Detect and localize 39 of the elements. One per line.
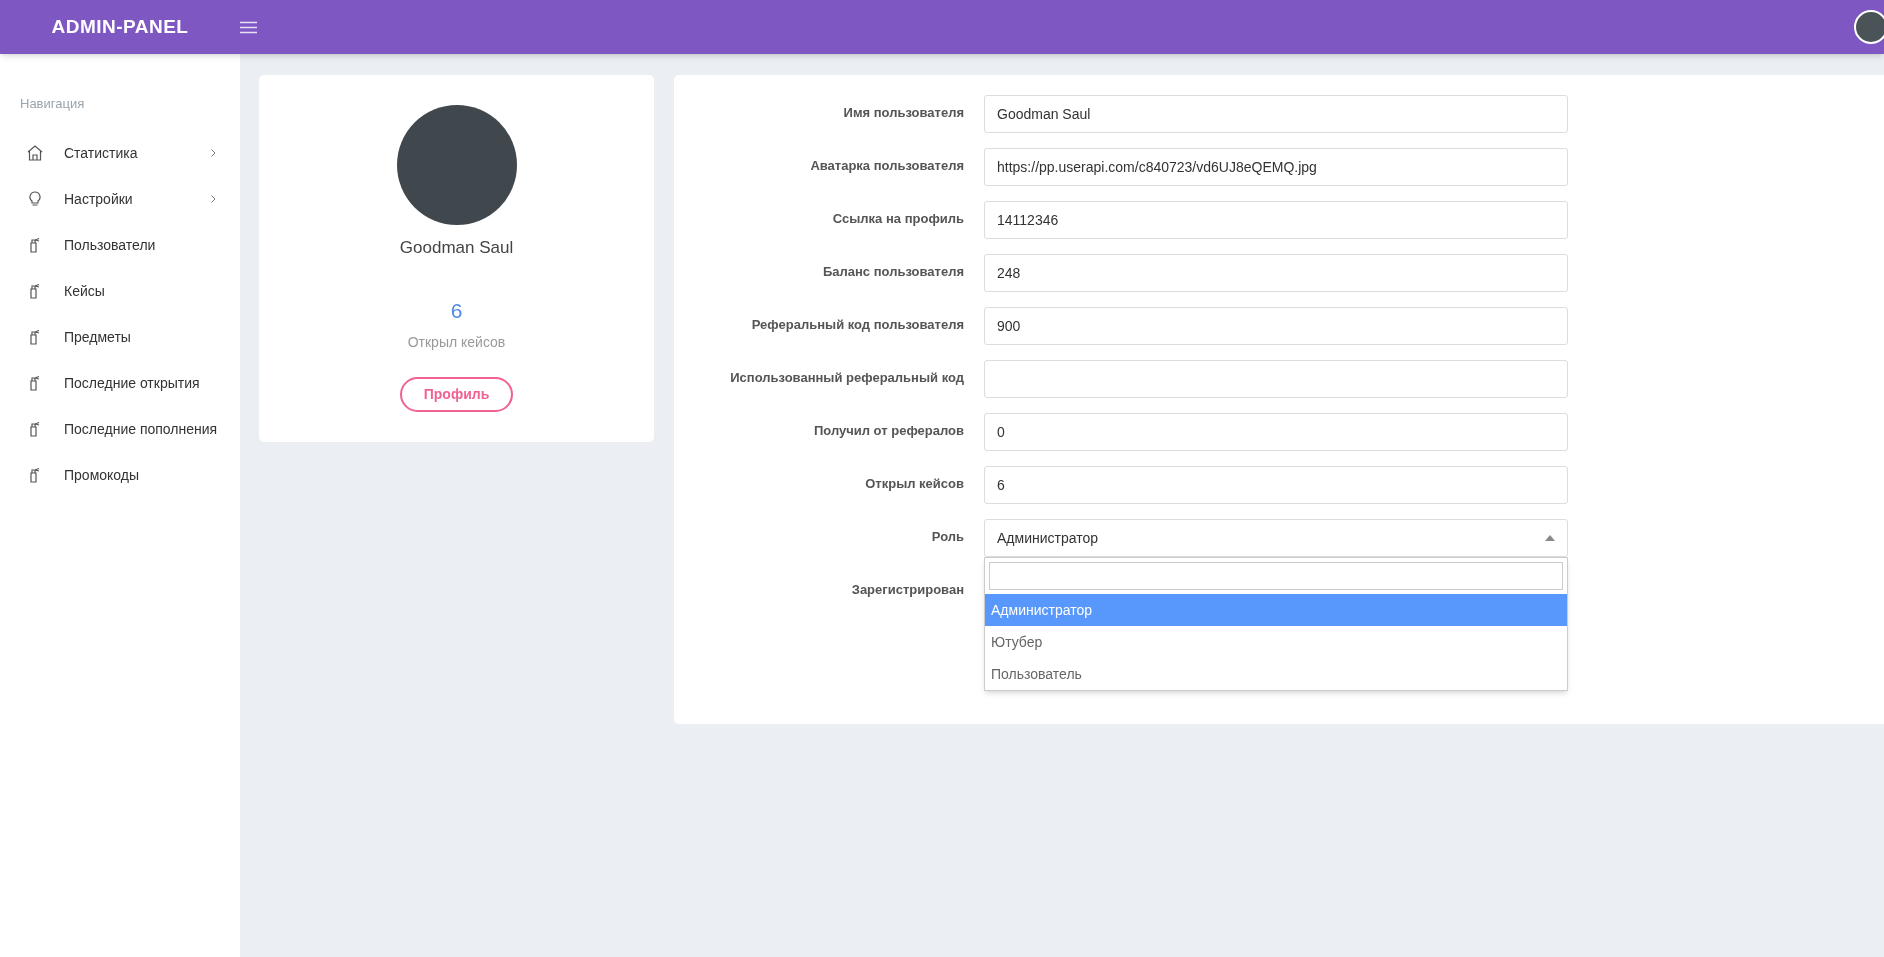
lightbulb-icon — [26, 189, 44, 208]
search-field[interactable] — [989, 562, 1563, 590]
field-label: Баланс пользователя — [821, 263, 965, 281]
field-label: Использованный реферальный код — [729, 369, 965, 387]
field-label: Реферальный код пользователя — [750, 316, 965, 334]
sidebar-heading: Навигация — [19, 95, 86, 113]
dropdown-option[interactable]: Пользователь — [985, 658, 1567, 690]
sidebar-item[interactable]: Предметы — [0, 313, 240, 360]
sidebar-item[interactable]: Настройки — [0, 175, 240, 222]
home-icon — [26, 143, 44, 162]
field-label: Открыл кейсов — [864, 475, 965, 493]
field-label: Имя пользователя — [842, 104, 965, 122]
field-label: Роль — [930, 528, 965, 546]
field-label: Ссылка на профиль — [831, 210, 965, 228]
field-label: Получил от рефералов — [812, 422, 965, 440]
user-name: Goodman Saul — [399, 237, 514, 259]
sidebar-item[interactable]: Последние открытия — [0, 359, 240, 406]
text-field[interactable]: https://pp.userapi.com/c840723/vd6UJ8eQEMQ.jpg — [984, 148, 1568, 186]
field-label: Зарегистрирован — [850, 581, 965, 599]
text-field[interactable]: 6 — [984, 466, 1568, 504]
text-field[interactable]: 248 — [984, 254, 1568, 292]
stat-value: 6 — [450, 297, 463, 324]
user-avatar[interactable] — [1854, 10, 1884, 44]
text-field[interactable]: 14112346 — [984, 201, 1568, 239]
text-field[interactable]: 0 — [984, 413, 1568, 451]
text-field[interactable]: Goodman Saul — [984, 95, 1568, 133]
text-field[interactable]: 900 — [984, 307, 1568, 345]
stat-label: Открыл кейсов — [407, 333, 506, 352]
sidebar-item[interactable]: Кейсы — [0, 267, 240, 314]
text-field[interactable] — [984, 360, 1568, 398]
dropdown-option[interactable]: Ютубер — [985, 626, 1567, 658]
logo[interactable]: ADMIN-PANEL — [51, 12, 189, 42]
sidebar-item[interactable]: Статистика — [0, 129, 240, 176]
role-select[interactable]: Администратор — [984, 519, 1568, 557]
menu-icon[interactable] — [240, 20, 257, 34]
field-label: Аватарка пользователя — [809, 157, 965, 175]
sidebar-item[interactable]: Промокоды — [0, 451, 240, 498]
sidebar-item[interactable]: Последние пополнения — [0, 405, 240, 452]
sidebar-item[interactable]: Пользователи — [0, 221, 240, 268]
